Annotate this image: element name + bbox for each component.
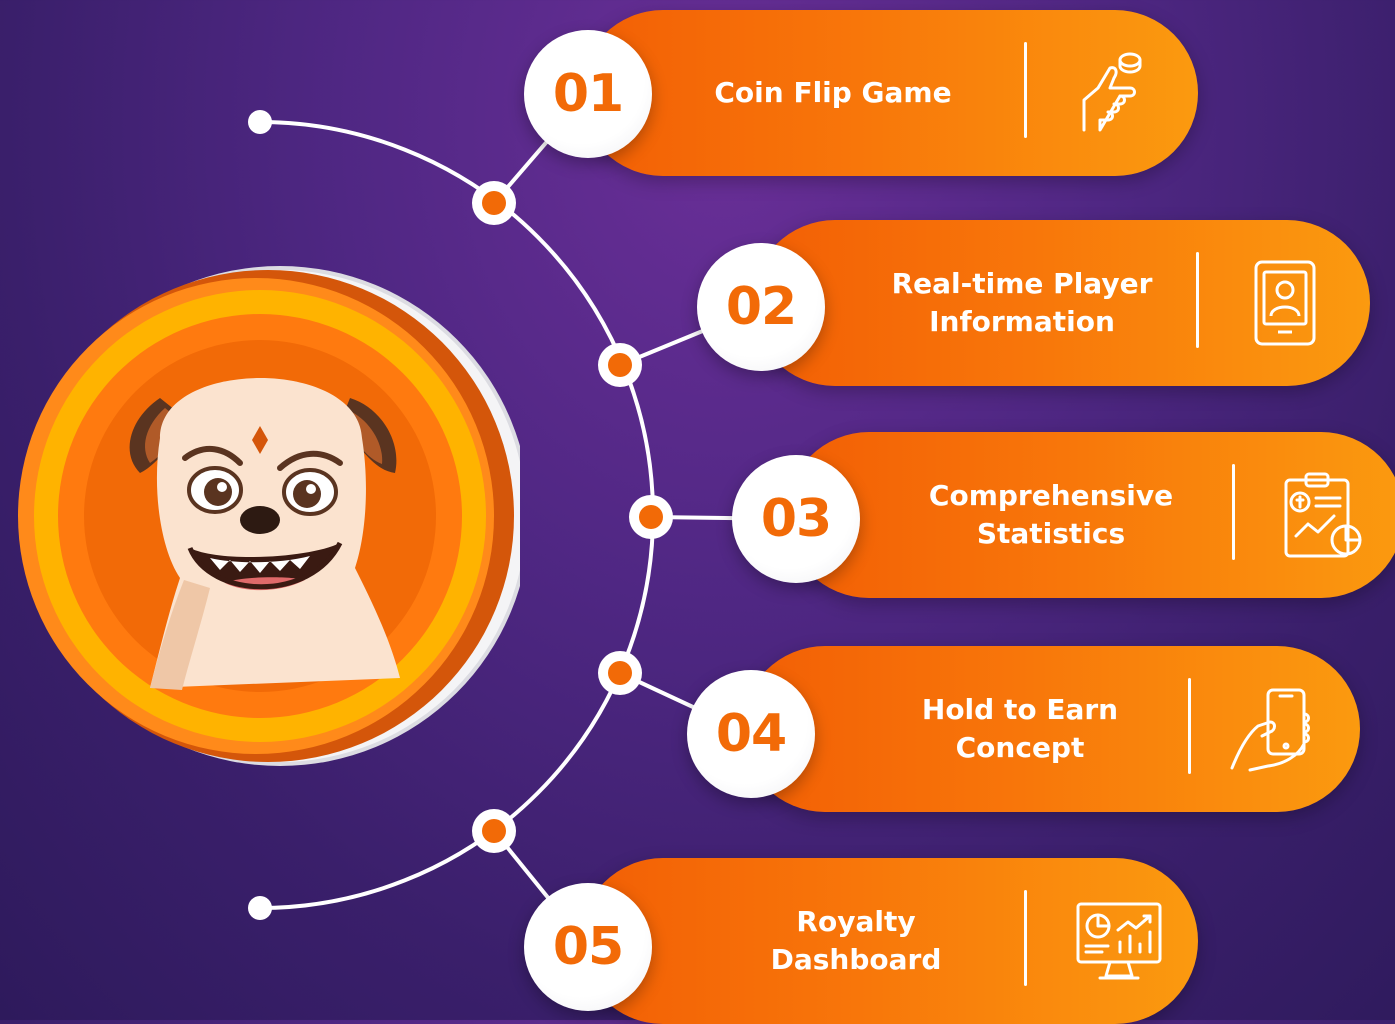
dashboard-monitor-icon (1076, 902, 1162, 980)
step-number-01: 01 (524, 30, 652, 158)
timeline-node-core-1 (482, 191, 506, 215)
pill-divider (1232, 464, 1235, 560)
timeline-node-core-3 (639, 505, 663, 529)
step-label-01-line1: Coin Flip Game (714, 76, 952, 109)
step-label-04-line2: Concept (955, 731, 1085, 764)
arc-start-dot (248, 110, 272, 134)
step-label-02-line2: Information (929, 305, 1115, 338)
step-label-03-line2: Statistics (976, 517, 1126, 550)
timeline-node-core-5 (482, 819, 506, 843)
step-pill-03: Comprehensive Statistics (786, 432, 1395, 598)
step-pill-01: Coin Flip Game (580, 10, 1198, 176)
player-profile-tablet-icon (1254, 260, 1316, 346)
bulldog-coin-mascot-icon (18, 266, 530, 766)
step-label-05: Royalty Dashboard (680, 858, 1032, 1024)
mascot-coin (10, 258, 530, 778)
step-pill-04: Hold to Earn Concept (742, 646, 1360, 812)
pill-divider (1188, 678, 1191, 774)
hand-holding-phone-icon (1230, 688, 1310, 772)
step-label-02: Real-time Player Information (852, 220, 1192, 386)
pill-divider (1196, 252, 1199, 348)
infographic: Coin Flip Game Real-time Player Informat… (0, 0, 1395, 1024)
step-number-02: 02 (697, 243, 825, 371)
arc-end-dot (248, 896, 272, 920)
pill-divider (1024, 890, 1027, 986)
step-number-04: 04 (687, 670, 815, 798)
step-label-05-line1: Royalty (796, 905, 916, 938)
statistics-clipboard-icon (1284, 472, 1362, 558)
step-label-01: Coin Flip Game (660, 10, 1006, 176)
step-label-04: Hold to Earn Concept (842, 646, 1198, 812)
step-number-05: 05 (524, 883, 652, 1011)
step-pill-02: Real-time Player Information (752, 220, 1370, 386)
step-label-02-line1: Real-time Player (891, 267, 1153, 300)
step-label-04-line1: Hold to Earn (921, 693, 1119, 726)
step-label-05-line2: Dashboard (770, 943, 942, 976)
timeline-node-core-4 (608, 661, 632, 685)
timeline-node-core-2 (608, 353, 632, 377)
pill-divider (1024, 42, 1027, 138)
step-label-03-line1: Comprehensive (928, 479, 1174, 512)
step-pill-05: Royalty Dashboard (580, 858, 1198, 1024)
coin-flip-hand-icon (1082, 52, 1142, 132)
step-label-03: Comprehensive Statistics (886, 432, 1216, 598)
step-number-03: 03 (732, 455, 860, 583)
